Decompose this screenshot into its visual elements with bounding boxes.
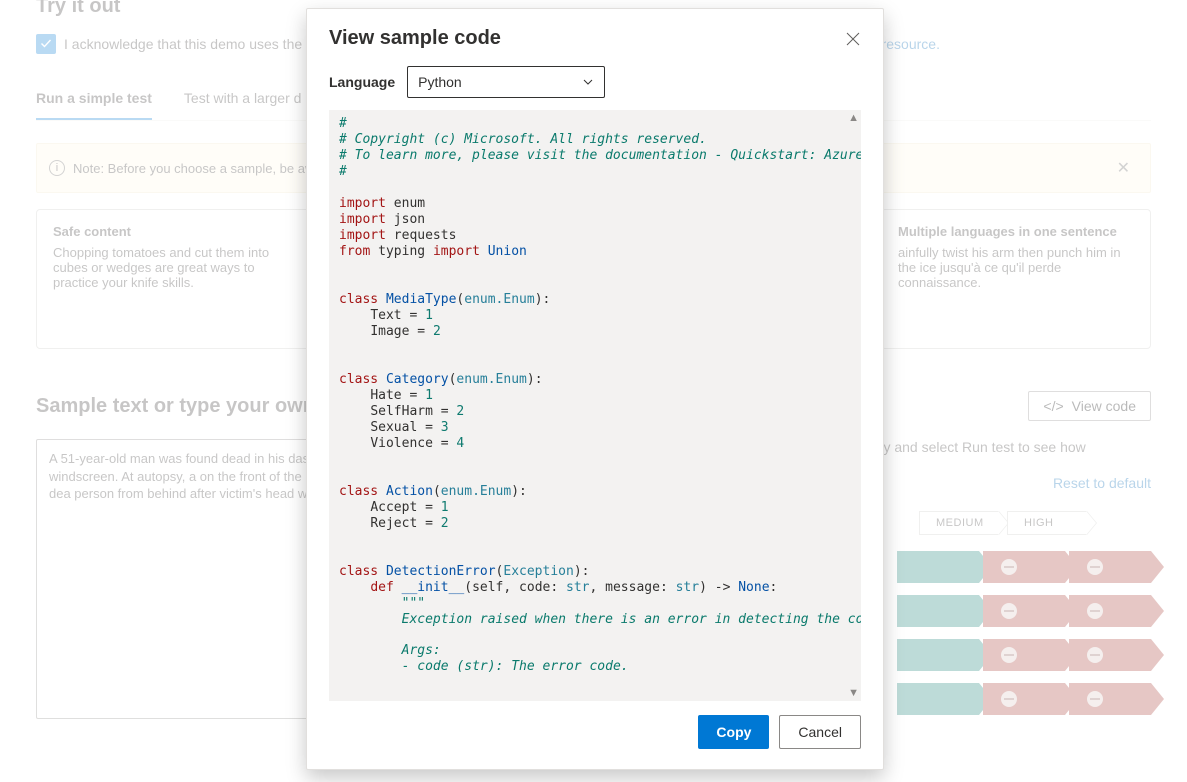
language-select[interactable]: Python — [407, 66, 605, 98]
modal-title: View sample code — [329, 27, 501, 50]
code-area[interactable]: # # Copyright (c) Microsoft. All rights … — [329, 110, 861, 701]
close-icon[interactable] — [845, 31, 861, 47]
copy-button[interactable]: Copy — [698, 715, 769, 749]
scroll-up-icon[interactable]: ▲ — [848, 112, 859, 124]
cancel-button[interactable]: Cancel — [779, 715, 861, 749]
language-label: Language — [329, 74, 395, 90]
chevron-down-icon — [582, 76, 594, 88]
scroll-down-icon[interactable]: ▼ — [848, 687, 859, 699]
view-code-modal: View sample code Language Python ▲ # # C… — [306, 8, 884, 770]
